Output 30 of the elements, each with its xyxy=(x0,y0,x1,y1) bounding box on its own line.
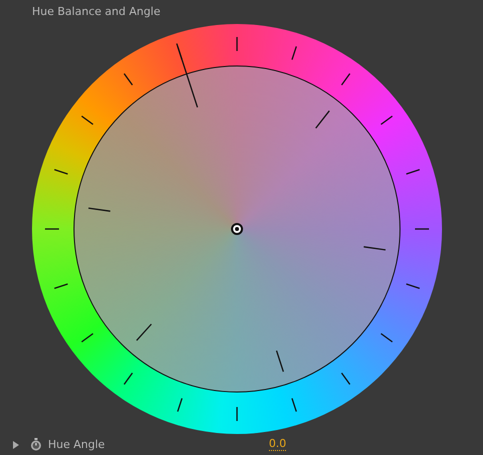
tick-mark xyxy=(236,37,238,51)
hue-marker-line xyxy=(276,350,284,372)
tick-mark xyxy=(341,73,350,86)
tick-mark xyxy=(81,116,94,125)
stopwatch-icon[interactable] xyxy=(30,438,42,451)
tick-mark xyxy=(236,407,238,421)
property-label: Hue Angle xyxy=(48,438,105,451)
tick-mark xyxy=(380,333,393,342)
hue-marker-line xyxy=(136,324,152,341)
tick-mark xyxy=(291,46,297,60)
tick-mark xyxy=(54,283,68,289)
tick-mark xyxy=(45,228,59,230)
hue-marker-line xyxy=(364,246,386,251)
tick-mark xyxy=(54,169,68,175)
tick-mark xyxy=(380,116,393,125)
tick-mark xyxy=(291,398,297,412)
hue-marker-line xyxy=(315,110,330,129)
hue-angle-value[interactable]: 0.0 xyxy=(268,438,286,451)
expand-triangle-icon[interactable] xyxy=(13,440,19,448)
tick-mark xyxy=(124,73,133,86)
hue-marker-line xyxy=(176,43,198,108)
tick-mark xyxy=(406,169,420,175)
panel-title: Hue Balance and Angle xyxy=(31,4,162,19)
tick-mark xyxy=(341,372,350,385)
tick-mark xyxy=(81,333,94,342)
tick-mark xyxy=(177,398,183,412)
tick-mark xyxy=(124,372,133,385)
tick-mark xyxy=(406,283,420,289)
hue-marker-line xyxy=(88,207,110,212)
tick-mark xyxy=(415,228,429,230)
